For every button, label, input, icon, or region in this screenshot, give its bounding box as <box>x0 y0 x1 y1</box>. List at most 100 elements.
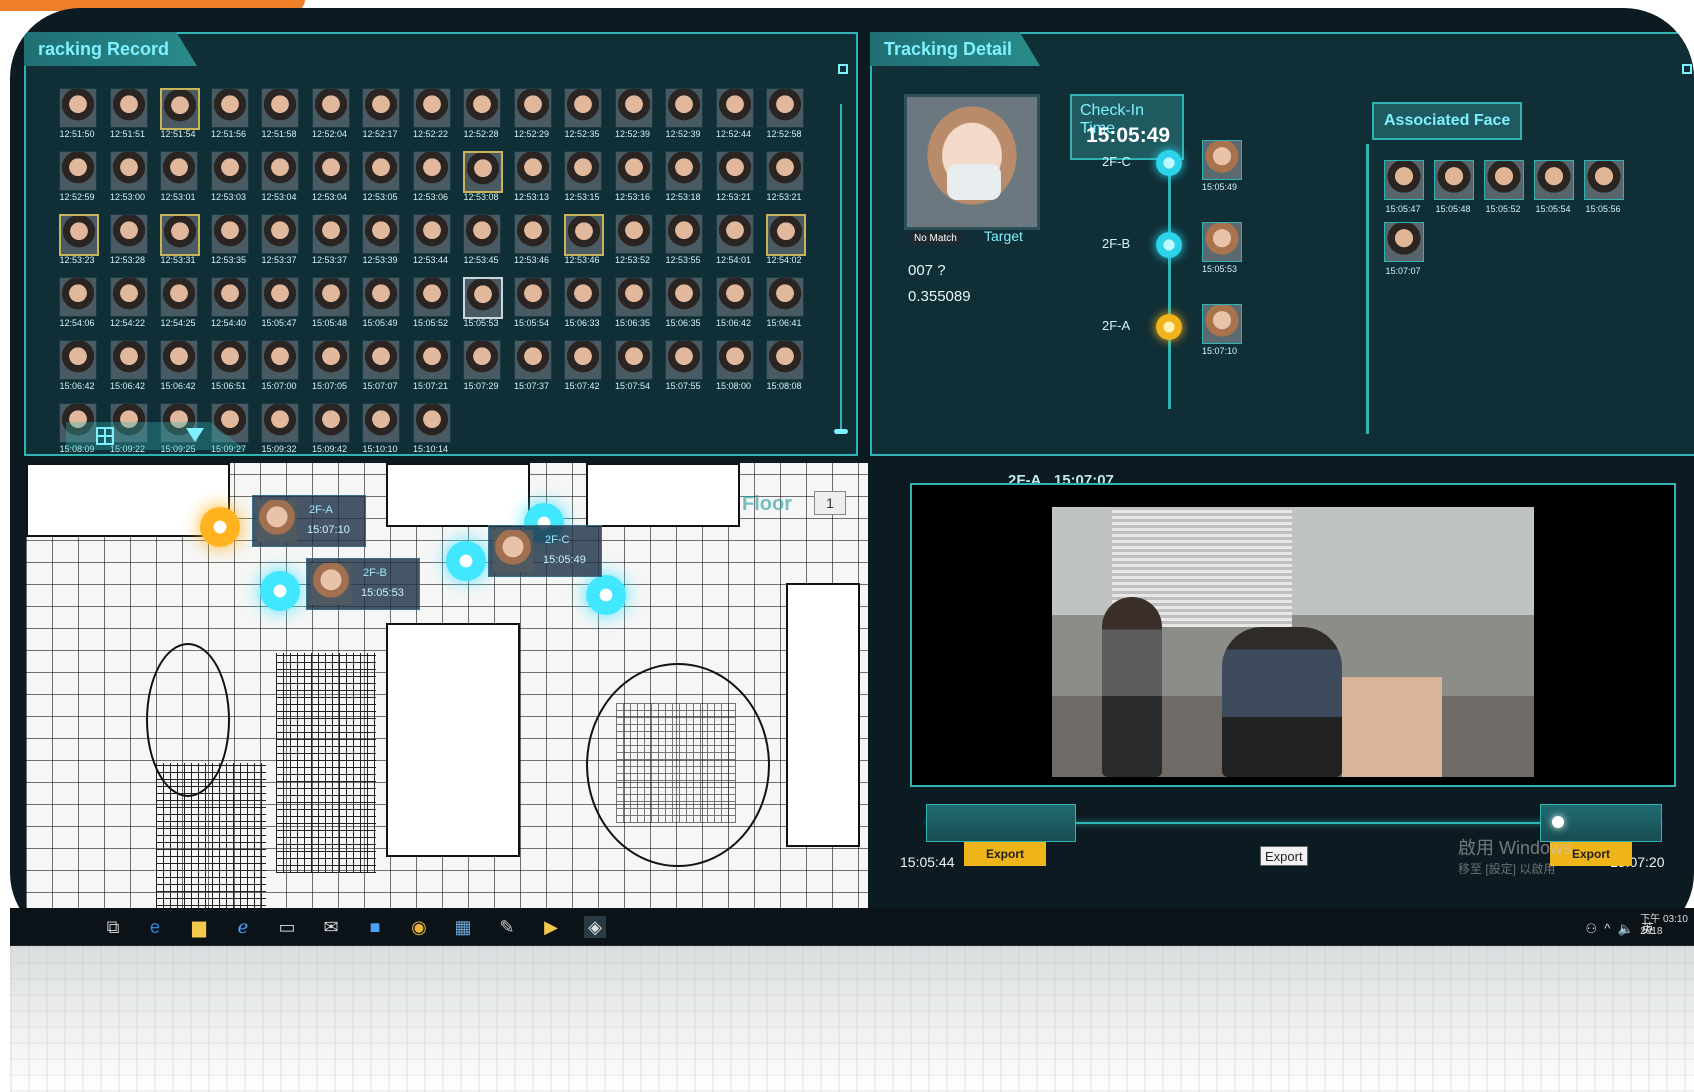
floor-plan-map[interactable]: Floor 1 2F-A 15:07:10 2F-B 15:05:53 2F-C… <box>26 463 868 915</box>
face-record[interactable]: 12:53:23 <box>52 210 102 273</box>
face-record[interactable]: 15:05:54 <box>507 273 557 336</box>
maximize-icon[interactable] <box>838 64 848 74</box>
network-app-icon[interactable]: ▦ <box>452 916 474 938</box>
timeline-face-thumbnail[interactable] <box>1202 140 1242 180</box>
window-app-icon[interactable]: ▭ <box>276 916 298 938</box>
face-record[interactable]: 15:05:52 <box>406 273 456 336</box>
face-record[interactable]: 12:53:13 <box>507 147 557 210</box>
face-record[interactable]: 12:53:08 <box>456 147 506 210</box>
video-panel[interactable] <box>910 483 1676 787</box>
face-record[interactable]: 12:53:35 <box>204 210 254 273</box>
scrollbar-track[interactable] <box>840 104 842 434</box>
camera-card-2f-b[interactable]: 2F-B 15:05:53 <box>306 558 420 610</box>
associated-face-thumbnail[interactable] <box>1484 160 1524 200</box>
camera-icon[interactable] <box>446 541 486 581</box>
face-record[interactable]: 12:51:56 <box>204 84 254 147</box>
associated-face-thumbnail[interactable] <box>1384 222 1424 262</box>
face-record[interactable]: 12:52:39 <box>658 84 708 147</box>
face-record[interactable]: 15:06:35 <box>608 273 658 336</box>
face-record[interactable]: 15:06:42 <box>52 336 102 399</box>
face-record[interactable]: 15:07:00 <box>254 336 304 399</box>
face-record[interactable]: 15:06:42 <box>153 336 203 399</box>
face-record[interactable]: 12:53:31 <box>153 210 203 273</box>
camera-icon[interactable] <box>586 575 626 615</box>
filter-icon[interactable] <box>186 428 204 442</box>
camera-card-2f-a[interactable]: 2F-A 15:07:10 <box>252 495 366 547</box>
face-record[interactable]: 12:52:35 <box>557 84 607 147</box>
face-record[interactable]: 15:08:00 <box>709 336 759 399</box>
timeline-face-thumbnail[interactable] <box>1202 304 1242 344</box>
store-icon[interactable]: ■ <box>364 916 386 938</box>
face-record[interactable]: 12:53:00 <box>103 147 153 210</box>
face-record[interactable]: 15:07:55 <box>658 336 708 399</box>
face-record[interactable]: 12:53:46 <box>507 210 557 273</box>
face-record[interactable]: 12:52:22 <box>406 84 456 147</box>
face-record[interactable]: 12:53:01 <box>153 147 203 210</box>
face-record[interactable]: 12:54:06 <box>52 273 102 336</box>
people-icon[interactable]: ⚇ <box>1585 921 1597 936</box>
face-record[interactable]: 15:09:32 <box>254 399 304 462</box>
face-record[interactable]: 12:53:04 <box>305 147 355 210</box>
associated-face-thumbnail[interactable] <box>1534 160 1574 200</box>
face-record[interactable]: 15:10:10 <box>355 399 405 462</box>
maximize-icon[interactable] <box>1682 64 1692 74</box>
task-view-icon[interactable]: ⧉ <box>102 916 124 938</box>
face-record[interactable]: 12:53:21 <box>709 147 759 210</box>
camera-2f-b-icon[interactable] <box>260 571 300 611</box>
face-record[interactable]: 12:54:25 <box>153 273 203 336</box>
associated-face-thumbnail[interactable] <box>1384 160 1424 200</box>
tracking-app-icon[interactable]: ◈ <box>584 916 606 938</box>
face-record[interactable]: 15:07:07 <box>355 336 405 399</box>
edge-icon[interactable]: e <box>144 916 166 938</box>
face-record[interactable]: 12:53:46 <box>557 210 607 273</box>
chrome-icon[interactable]: ◉ <box>408 916 430 938</box>
associated-face-thumbnail[interactable] <box>1434 160 1474 200</box>
face-record[interactable]: 15:07:29 <box>456 336 506 399</box>
face-record[interactable]: 12:52:17 <box>355 84 405 147</box>
face-record[interactable]: 12:52:28 <box>456 84 506 147</box>
face-record[interactable]: 15:07:37 <box>507 336 557 399</box>
face-record[interactable]: 12:52:44 <box>709 84 759 147</box>
face-record[interactable]: 12:53:16 <box>608 147 658 210</box>
face-record[interactable]: 12:53:55 <box>658 210 708 273</box>
face-record[interactable]: 15:06:35 <box>658 273 708 336</box>
face-record[interactable]: 12:51:50 <box>52 84 102 147</box>
settings-app-icon[interactable]: ✎ <box>496 916 518 938</box>
face-record[interactable]: 12:51:58 <box>254 84 304 147</box>
face-record[interactable]: 15:06:41 <box>759 273 809 336</box>
target-photo[interactable] <box>904 94 1040 230</box>
face-record[interactable]: 12:53:39 <box>355 210 405 273</box>
face-record[interactable]: 12:51:54 <box>153 84 203 147</box>
export-button[interactable]: Export <box>1260 846 1308 866</box>
face-record[interactable]: 15:05:53 <box>456 273 506 336</box>
face-record[interactable]: 15:06:51 <box>204 336 254 399</box>
chevron-up-icon[interactable]: ^ <box>1604 921 1610 936</box>
face-record[interactable]: 15:10:14 <box>406 399 456 462</box>
export-start-button[interactable]: Export <box>964 842 1047 866</box>
face-record[interactable]: 12:53:21 <box>759 147 809 210</box>
face-record[interactable]: 15:05:49 <box>355 273 405 336</box>
face-record[interactable]: 12:53:45 <box>456 210 506 273</box>
face-record[interactable]: 12:53:37 <box>254 210 304 273</box>
media-app-icon[interactable]: ▶ <box>540 916 562 938</box>
face-record[interactable]: 15:06:42 <box>709 273 759 336</box>
face-record[interactable]: 12:53:04 <box>254 147 304 210</box>
mail-icon[interactable]: ✉ <box>320 916 342 938</box>
face-record[interactable]: 12:53:52 <box>608 210 658 273</box>
face-record[interactable]: 15:07:21 <box>406 336 456 399</box>
timeline-camera-icon[interactable] <box>1156 150 1182 176</box>
face-record[interactable]: 12:52:58 <box>759 84 809 147</box>
face-record[interactable]: 12:53:28 <box>103 210 153 273</box>
camera-card-2f-c[interactable]: 2F-C 15:05:49 <box>488 525 602 577</box>
ie-icon[interactable]: ℯ <box>232 916 254 938</box>
folder-icon[interactable]: ▆ <box>188 916 210 938</box>
face-record[interactable]: 12:53:37 <box>305 210 355 273</box>
face-record[interactable]: 15:07:54 <box>608 336 658 399</box>
face-record[interactable]: 15:05:47 <box>254 273 304 336</box>
face-record[interactable]: 15:09:42 <box>305 399 355 462</box>
face-record[interactable]: 12:52:39 <box>608 84 658 147</box>
face-record[interactable]: 12:52:04 <box>305 84 355 147</box>
face-record[interactable]: 12:53:06 <box>406 147 456 210</box>
face-record[interactable]: 15:06:42 <box>103 336 153 399</box>
timeline-face-thumbnail[interactable] <box>1202 222 1242 262</box>
